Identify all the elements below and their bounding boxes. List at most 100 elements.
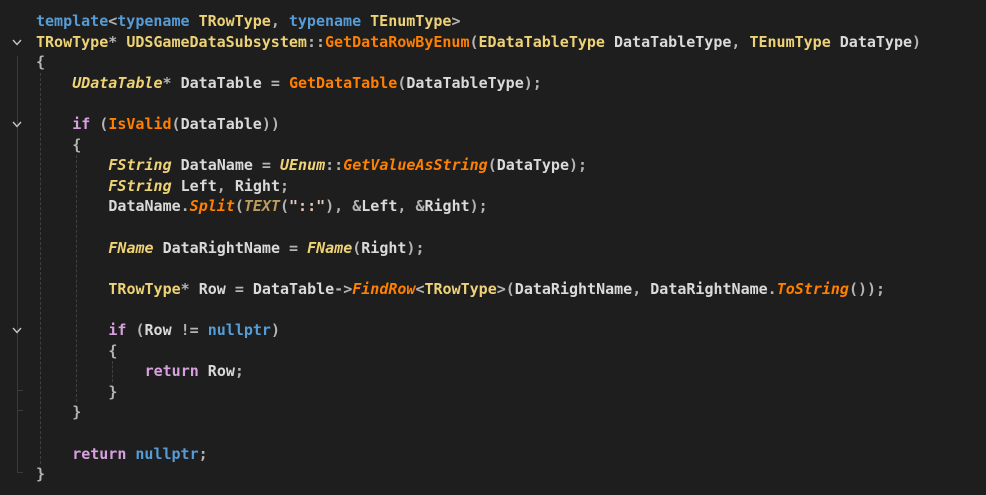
code-token: TRowType	[198, 12, 271, 30]
code-line[interactable]	[0, 93, 986, 114]
code-text: UDataTable* DataTable = GetDataTable(Dat…	[72, 73, 542, 94]
code-token: return	[144, 362, 199, 381]
code-token: (	[469, 32, 479, 51]
chevron-down-icon[interactable]	[10, 320, 24, 341]
code-line[interactable]: return nullptr;	[0, 444, 986, 465]
code-line[interactable]: }	[0, 402, 986, 423]
code-token: ,	[270, 12, 289, 30]
code-token: ,	[731, 32, 750, 51]
code-line[interactable]: FString Left, Right;	[0, 176, 986, 197]
code-token: (	[397, 73, 407, 92]
code-token: , &	[397, 197, 425, 216]
code-text: FString Left, Right;	[108, 176, 289, 197]
code-token: (	[279, 197, 290, 216]
code-text: if (Row != nullptr)	[108, 320, 280, 341]
code-token: FindRow	[352, 279, 416, 298]
chevron-down-icon[interactable]	[10, 114, 24, 135]
code-line[interactable]: {	[0, 52, 986, 73]
code-token: Right	[424, 197, 470, 216]
code-text: }	[72, 402, 81, 423]
code-token: FName	[307, 238, 353, 257]
code-token: DataTable	[252, 279, 335, 298]
code-line[interactable]	[0, 423, 986, 444]
code-line[interactable]: FName DataRightName = FName(Right);	[0, 238, 986, 259]
code-line[interactable]	[0, 217, 986, 238]
code-line[interactable]: {	[0, 135, 986, 156]
code-token: "::"	[289, 197, 326, 216]
code-token: }	[72, 403, 82, 422]
code-token: !=	[180, 321, 208, 339]
code-line[interactable]: if (Row != nullptr)	[0, 320, 986, 341]
code-token: (	[234, 197, 244, 216]
code-token: =	[270, 73, 289, 92]
code-text: return Row;	[145, 361, 244, 382]
code-token: *	[108, 32, 127, 51]
code-line[interactable]: {	[0, 341, 986, 362]
code-token: TEXT	[243, 197, 280, 216]
code-line[interactable]: UDataTable* DataTable = GetDataTable(Dat…	[0, 73, 986, 94]
code-line[interactable]: if (IsValid(DataTable))	[0, 114, 986, 135]
code-token: =	[234, 279, 253, 298]
code-token: }	[36, 465, 46, 484]
code-line[interactable]: template<typename TRowType, typename TEn…	[0, 11, 986, 32]
code-line[interactable]: return Row;	[0, 361, 986, 382]
code-token: )	[912, 32, 922, 51]
code-token: nullptr	[135, 444, 199, 463]
code-text: FString DataName = UEnum::GetValueAsStri…	[108, 155, 587, 176]
code-token: TEnumType	[749, 32, 831, 51]
code-token: UEnum	[279, 156, 326, 175]
code-line[interactable]: }	[0, 464, 986, 485]
chevron-down-icon[interactable]	[10, 32, 24, 53]
code-token: );	[568, 156, 588, 175]
code-token: Row	[144, 321, 181, 339]
code-token: FString	[108, 156, 172, 175]
code-token: }	[108, 382, 118, 401]
code-token: .	[767, 279, 777, 298]
code-line[interactable]: TRowType* Row = DataTable->FindRow<TRowT…	[0, 279, 986, 300]
code-token: typename	[288, 12, 362, 30]
code-text: FName DataRightName = FName(Right);	[108, 238, 424, 259]
code-line[interactable]	[0, 299, 986, 320]
code-token: UDSGameDataSubsystem	[126, 32, 307, 51]
code-line[interactable]: TRowType* UDSGameDataSubsystem::GetDataR…	[0, 32, 986, 53]
code-text: }	[36, 464, 45, 485]
code-token: DataName	[171, 156, 262, 175]
code-text: }	[108, 382, 117, 403]
code-token: ,	[632, 279, 651, 298]
code-token: GetDataRowByEnum	[325, 32, 470, 51]
code-token: (	[126, 321, 145, 339]
code-token: )	[270, 321, 280, 339]
code-token: Left	[361, 197, 398, 216]
code-token: (	[90, 115, 109, 133]
code-token: Right	[361, 238, 407, 257]
code-line[interactable]: DataName.Split(TEXT("::"), &Left, &Right…	[0, 196, 986, 217]
code-token: FName	[108, 238, 154, 257]
code-token: UDataTable	[72, 73, 163, 92]
code-token: <	[108, 12, 118, 30]
code-token: DataRightName	[514, 279, 633, 298]
code-token: (	[352, 238, 362, 257]
code-token: {	[36, 53, 46, 72]
code-token: ToString	[776, 279, 849, 298]
code-line[interactable]	[0, 258, 986, 279]
code-token: return	[72, 444, 127, 463]
code-token: DataTableType	[604, 32, 732, 51]
code-token: ::	[306, 32, 325, 51]
code-token: );	[469, 197, 488, 216]
code-text: {	[108, 341, 117, 362]
code-token: EDataTableType	[478, 32, 605, 51]
code-line[interactable]: FString DataName = UEnum::GetValueAsStri…	[0, 155, 986, 176]
code-token: Row	[198, 362, 235, 381]
code-token: (	[171, 115, 181, 133]
code-token: TRowType	[108, 279, 181, 298]
code-token: IsValid	[108, 115, 172, 133]
code-text: {	[72, 135, 81, 156]
code-token: DataRightName	[650, 279, 768, 298]
code-token: .	[180, 197, 190, 216]
code-editor[interactable]: template<typename TRowType, typename TEn…	[0, 0, 986, 495]
code-token: TRowType	[36, 32, 109, 51]
code-token: FString	[108, 176, 172, 195]
code-text: return nullptr;	[72, 444, 207, 465]
code-line[interactable]: }	[0, 382, 986, 403]
